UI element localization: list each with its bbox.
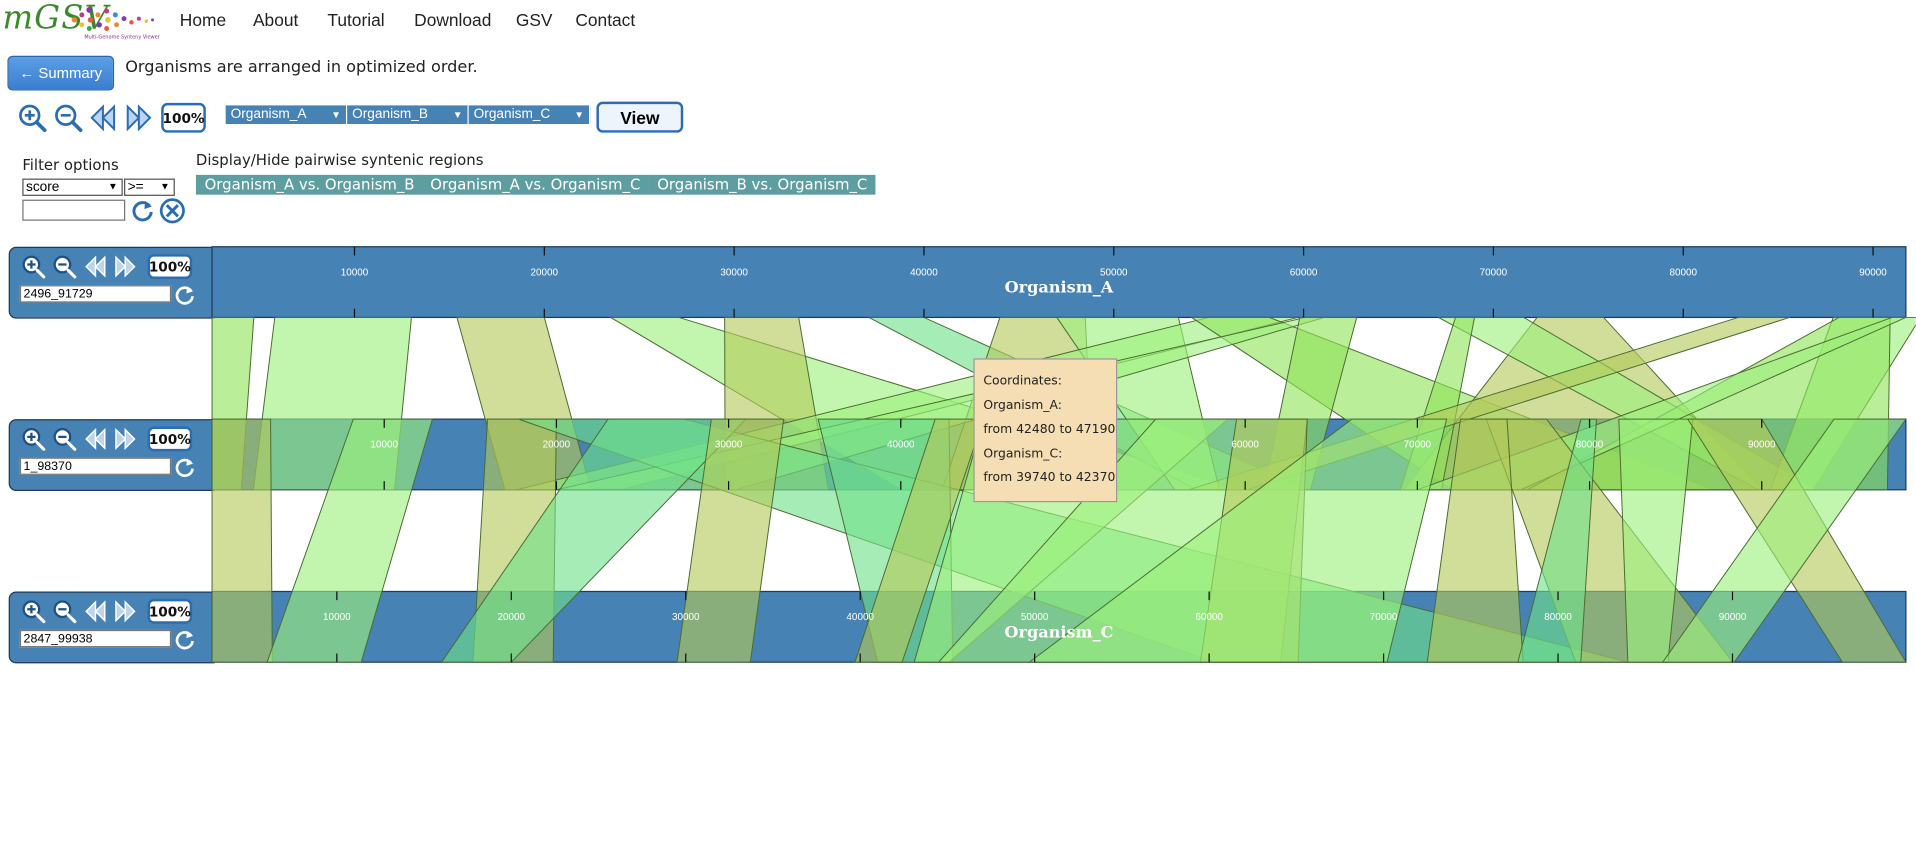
tick-label: 60000 (1290, 267, 1318, 278)
tick-label: 30000 (672, 612, 700, 623)
tick-label: 90000 (1719, 612, 1747, 623)
tick-label: 80000 (1576, 440, 1604, 451)
tick-label: 10000 (341, 267, 369, 278)
tick-label: 90000 (1748, 440, 1776, 451)
tick-label: 70000 (1370, 612, 1398, 623)
tick-label: 30000 (715, 440, 743, 451)
tick-label: 60000 (1195, 612, 1223, 623)
tick-label: 10000 (370, 440, 398, 451)
tick-label: 40000 (846, 612, 874, 623)
track-title: Organism_A (1005, 278, 1114, 297)
coordinates-tooltip: Coordinates: Organism_A: from 42480 to 4… (973, 358, 1118, 503)
tooltip-range-a: from 42480 to 47190 (983, 423, 1116, 437)
tick-label: 80000 (1669, 267, 1697, 278)
tick-label: 50000 (1021, 612, 1049, 623)
tooltip-range-c: from 39740 to 42370 (983, 471, 1116, 486)
tick-label: 40000 (887, 440, 915, 451)
tick-label: 40000 (910, 267, 938, 278)
tick-label: 30000 (720, 267, 748, 278)
synteny-region-b-c[interactable] (211, 418, 273, 663)
track-title: Organism_C (1004, 622, 1113, 641)
tick-label: 10000 (323, 612, 351, 623)
tick-label: 70000 (1404, 440, 1432, 451)
tick-label: 20000 (531, 267, 559, 278)
tick-label: 20000 (543, 440, 571, 451)
tick-label: 90000 (1859, 267, 1887, 278)
tooltip-heading: Coordinates: (983, 374, 1062, 389)
tick-label: 20000 (498, 612, 526, 623)
tick-label: 70000 (1480, 267, 1508, 278)
synteny-visualization[interactable]: 10000 20000 30000 40000 50000 60000 70000 80000… (0, 0, 1916, 694)
tick-label: 60000 (1231, 440, 1259, 451)
tick-label: 80000 (1544, 612, 1572, 623)
tooltip-organism-c: Organism_C: (983, 447, 1063, 462)
tooltip-organism-a: Organism_A: (983, 398, 1062, 413)
